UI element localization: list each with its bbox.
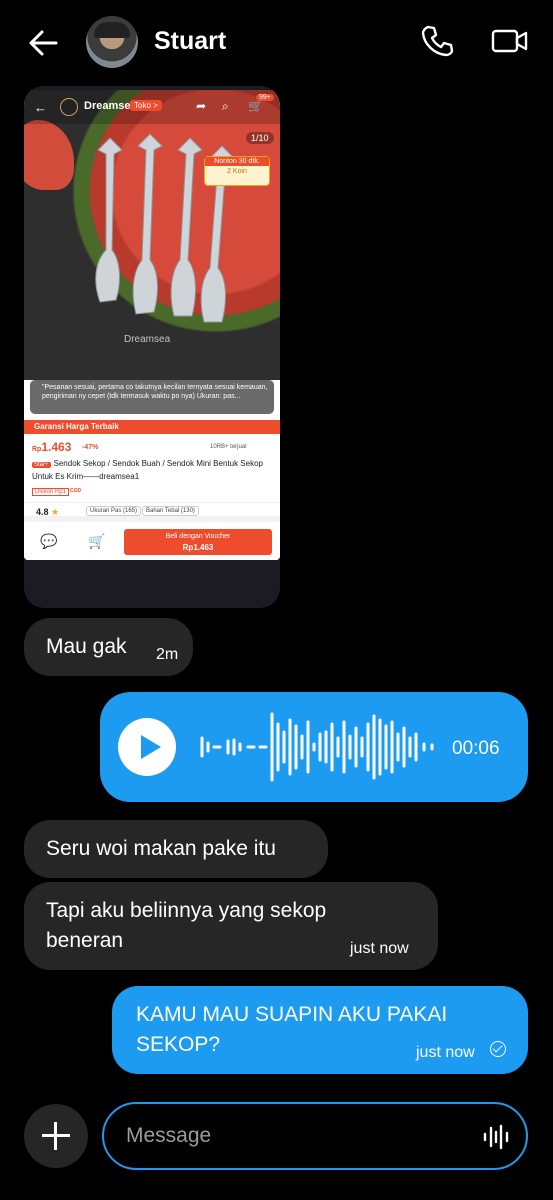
rating-number: 4.8 <box>36 507 49 517</box>
garansi-banner: Garansi Harga Terbaik <box>24 420 280 434</box>
message-text-line-1: Tapi aku beliinnya yang sekop <box>46 899 327 922</box>
price-value: 1.463 <box>41 440 72 454</box>
buy-price: Rp1.463 <box>182 543 214 552</box>
message-time: just now <box>350 940 409 957</box>
search-icon[interactable]: ⌕ <box>222 99 229 114</box>
message-bubble-sent[interactable]: KAMU MAU SUAPIN AKU PAKAI SEKOP? just no… <box>112 986 528 1074</box>
cart-badge: 99+ <box>256 94 274 101</box>
watch-reward-badge[interactable]: Nonton 30 dtk. 2 Koin <box>204 156 270 186</box>
buy-label: Beli dengan Voucher <box>165 533 231 540</box>
watermark: Dreamsea <box>124 334 171 345</box>
share-icon[interactable]: ➦ <box>196 99 206 113</box>
product-title-text: Sendok Sekop / Sendok Buah / Sendok Mini… <box>32 459 263 481</box>
discount-label: -47% <box>82 444 99 451</box>
product-topbar: ← Dreamsea Toko > ➦ ⌕ 🛒 99+ <box>24 90 280 124</box>
review-snippet: "Pesanan sesuai, pertama co takutnya kec… <box>30 380 274 414</box>
waveform-icon <box>200 712 434 782</box>
rating-value: 4.8 ★ <box>36 507 59 518</box>
message-composer <box>102 1102 528 1170</box>
store-logo <box>60 98 78 116</box>
voice-record-icon[interactable] <box>482 1124 510 1150</box>
arrow-left-icon[interactable] <box>26 26 60 60</box>
cart-icon[interactable]: 🛒 <box>248 99 263 113</box>
shared-image-message[interactable]: Dreamsea ← Dreamsea Toko > ➦ ⌕ 🛒 99+ 1/1… <box>24 86 280 608</box>
message-input[interactable] <box>126 1120 466 1152</box>
arrow-left-icon[interactable]: ← <box>34 100 47 115</box>
message-text: Seru woi makan pake itu <box>46 837 276 860</box>
message-bubble-received[interactable]: Mau gak 2m <box>24 618 193 676</box>
store-tag[interactable]: Toko > <box>130 100 162 111</box>
image-counter: 1/10 <box>246 132 274 144</box>
sold-count: 10RB+ terjual <box>210 444 247 450</box>
coin-label: 2 Koin <box>227 168 247 175</box>
buy-with-voucher-button[interactable]: Beli dengan Voucher Rp1.463 <box>124 529 272 555</box>
product-screenshot[interactable]: Dreamsea ← Dreamsea Toko > ➦ ⌕ 🛒 99+ 1/1… <box>24 90 280 560</box>
review-chip-2[interactable]: Bahan Tebal (130) <box>142 506 199 516</box>
avatar[interactable] <box>86 16 138 68</box>
message-time: 2m <box>156 646 179 663</box>
rating-row: 4.8 ★ Ukuran Pas (165) Bahan Tebal (130) <box>24 502 280 522</box>
phone-icon[interactable] <box>420 24 454 58</box>
product-photo: Dreamsea <box>24 90 280 380</box>
nonton-label: Nonton 30 dtk. <box>205 157 269 166</box>
voice-message-bubble[interactable]: 00:06 <box>100 692 528 802</box>
review-chip-1[interactable]: Ukuran Pas (165) <box>86 506 142 516</box>
add-to-cart-icon[interactable]: 🛒 <box>88 533 105 550</box>
diskon-tag: Diskon Rp1 <box>32 488 70 496</box>
message-time: just now <box>416 1044 475 1061</box>
check-circle-icon <box>490 1041 506 1057</box>
store-name: Dreamsea <box>84 100 137 112</box>
product-price: Rp1.463 <box>32 440 71 454</box>
message-bubble-received[interactable]: Tapi aku beliinnya yang sekop beneran ju… <box>24 882 438 970</box>
cod-tag: COD <box>70 488 82 494</box>
message-text-line-1: KAMU MAU SUAPIN AKU PAKAI <box>136 1003 448 1026</box>
star-plus-tag: Star+ <box>32 462 51 468</box>
chat-header: Stuart <box>0 0 553 84</box>
product-bottom-bar: 💬 🛒 Beli dengan Voucher Rp1.463 <box>24 526 280 560</box>
chat-icon[interactable]: 💬 <box>40 533 57 550</box>
product-title: Star+ Sendok Sekop / Sendok Buah / Sendok… <box>32 458 270 482</box>
video-camera-icon[interactable] <box>490 24 530 58</box>
message-text: Mau gak <box>46 635 127 658</box>
add-attachment-button[interactable] <box>24 1104 88 1168</box>
play-button[interactable] <box>118 718 176 776</box>
message-bubble-received[interactable]: Seru woi makan pake itu <box>24 820 328 878</box>
contact-name[interactable]: Stuart <box>154 27 226 56</box>
star-icon: ★ <box>51 507 60 517</box>
price-currency: Rp <box>32 446 42 453</box>
voice-duration: 00:06 <box>452 738 500 759</box>
